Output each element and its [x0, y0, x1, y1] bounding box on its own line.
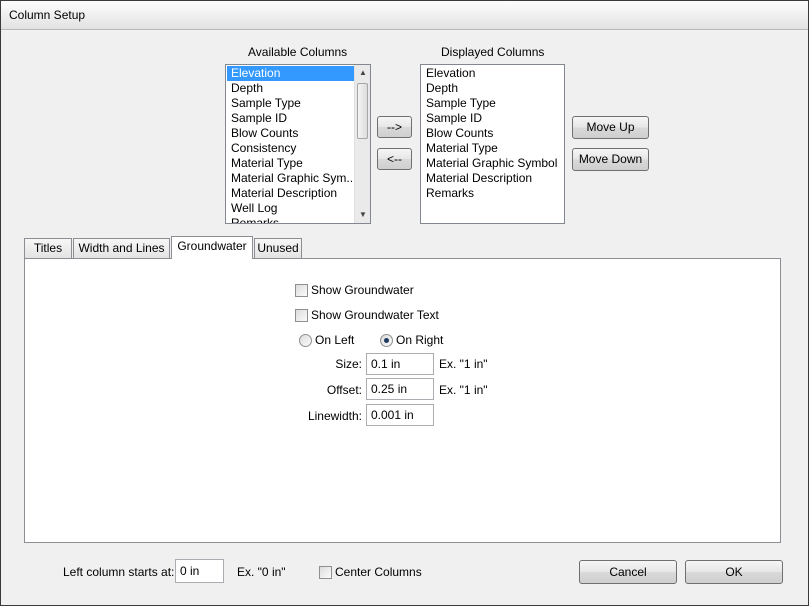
left-column-start-input[interactable]: 0 in: [175, 559, 224, 583]
displayed-columns-label: Displayed Columns: [441, 45, 545, 59]
displayed-column-item[interactable]: Material Description: [422, 171, 563, 186]
column-setup-dialog: Column Setup Available Columns Elevation…: [0, 0, 809, 606]
displayed-column-item[interactable]: Material Graphic Symbol: [422, 156, 563, 171]
show-groundwater-text-checkbox[interactable]: [295, 309, 308, 322]
show-groundwater-text-label: Show Groundwater Text: [311, 308, 439, 322]
available-column-item[interactable]: Remarks: [227, 216, 354, 223]
available-column-item[interactable]: Blow Counts: [227, 126, 354, 141]
displayed-column-item[interactable]: Depth: [422, 81, 563, 96]
available-column-item[interactable]: Sample Type: [227, 96, 354, 111]
available-column-item[interactable]: Depth: [227, 81, 354, 96]
available-column-item[interactable]: Material Type: [227, 156, 354, 171]
on-right-label: On Right: [396, 333, 444, 347]
move-down-button[interactable]: Move Down: [572, 148, 649, 171]
displayed-column-item[interactable]: Material Type: [422, 141, 563, 156]
tab-width-and-lines[interactable]: Width and Lines: [73, 238, 170, 258]
show-groundwater-checkbox[interactable]: [295, 284, 308, 297]
title-bar[interactable]: Column Setup: [1, 1, 808, 30]
scroll-thumb[interactable]: [357, 83, 368, 139]
available-column-item[interactable]: Sample ID: [227, 111, 354, 126]
window-title: Column Setup: [9, 8, 86, 22]
on-left-label: On Left: [315, 333, 355, 347]
available-columns-list[interactable]: Elevation Depth Sample Type Sample ID Blow C…: [225, 64, 371, 224]
move-up-button[interactable]: Move Up: [572, 116, 649, 139]
displayed-column-item[interactable]: Blow Counts: [422, 126, 563, 141]
size-label: Size:: [335, 357, 362, 371]
tab-titles[interactable]: Titles: [24, 238, 72, 258]
add-column-button[interactable]: -->: [377, 116, 412, 138]
displayed-column-item[interactable]: Sample Type: [422, 96, 563, 111]
center-columns-checkbox[interactable]: [319, 566, 332, 579]
displayed-column-item[interactable]: Sample ID: [422, 111, 563, 126]
left-column-start-label: Left column starts at:: [63, 565, 175, 579]
scroll-down-arrow-icon[interactable]: ▼: [355, 207, 370, 223]
linewidth-input[interactable]: 0.001 in: [366, 404, 434, 426]
ok-button[interactable]: OK: [685, 560, 783, 584]
left-column-start-hint: Ex. "0 in": [237, 565, 286, 579]
offset-input[interactable]: 0.25 in: [366, 378, 434, 400]
available-column-item[interactable]: Elevation: [227, 66, 354, 81]
remove-column-button[interactable]: <--: [377, 148, 412, 170]
available-column-item[interactable]: Material Description: [227, 186, 354, 201]
displayed-column-item[interactable]: Elevation: [422, 66, 563, 81]
dialog-body: Available Columns Elevation Depth Sample T…: [9, 30, 800, 598]
linewidth-label: Linewidth:: [307, 409, 362, 423]
center-columns-label: Center Columns: [335, 565, 422, 579]
groundwater-tab-panel: Show Groundwater Show Groundwater Text O…: [24, 258, 781, 543]
show-groundwater-label: Show Groundwater: [311, 283, 414, 297]
size-input[interactable]: 0.1 in: [366, 353, 434, 375]
on-right-radio[interactable]: [380, 334, 393, 347]
tab-groundwater[interactable]: Groundwater: [171, 236, 253, 259]
cancel-button[interactable]: Cancel: [579, 560, 677, 584]
scroll-up-arrow-icon[interactable]: ▲: [355, 65, 370, 81]
radio-selected-dot: [384, 338, 389, 343]
available-column-item[interactable]: Material Graphic Sym...: [227, 171, 354, 186]
available-column-item[interactable]: Well Log: [227, 201, 354, 216]
displayed-columns-list[interactable]: Elevation Depth Sample Type Sample ID Blow C…: [420, 64, 565, 224]
on-left-radio[interactable]: [299, 334, 312, 347]
available-columns-scrollbar[interactable]: ▲ ▼: [354, 65, 370, 223]
offset-hint: Ex. "1 in": [439, 383, 488, 397]
available-columns-label: Available Columns: [248, 45, 348, 59]
displayed-column-item[interactable]: Remarks: [422, 186, 563, 201]
tab-unused[interactable]: Unused: [254, 238, 302, 258]
offset-label: Offset:: [326, 383, 362, 397]
available-column-item[interactable]: Consistency: [227, 141, 354, 156]
size-hint: Ex. "1 in": [439, 357, 488, 371]
